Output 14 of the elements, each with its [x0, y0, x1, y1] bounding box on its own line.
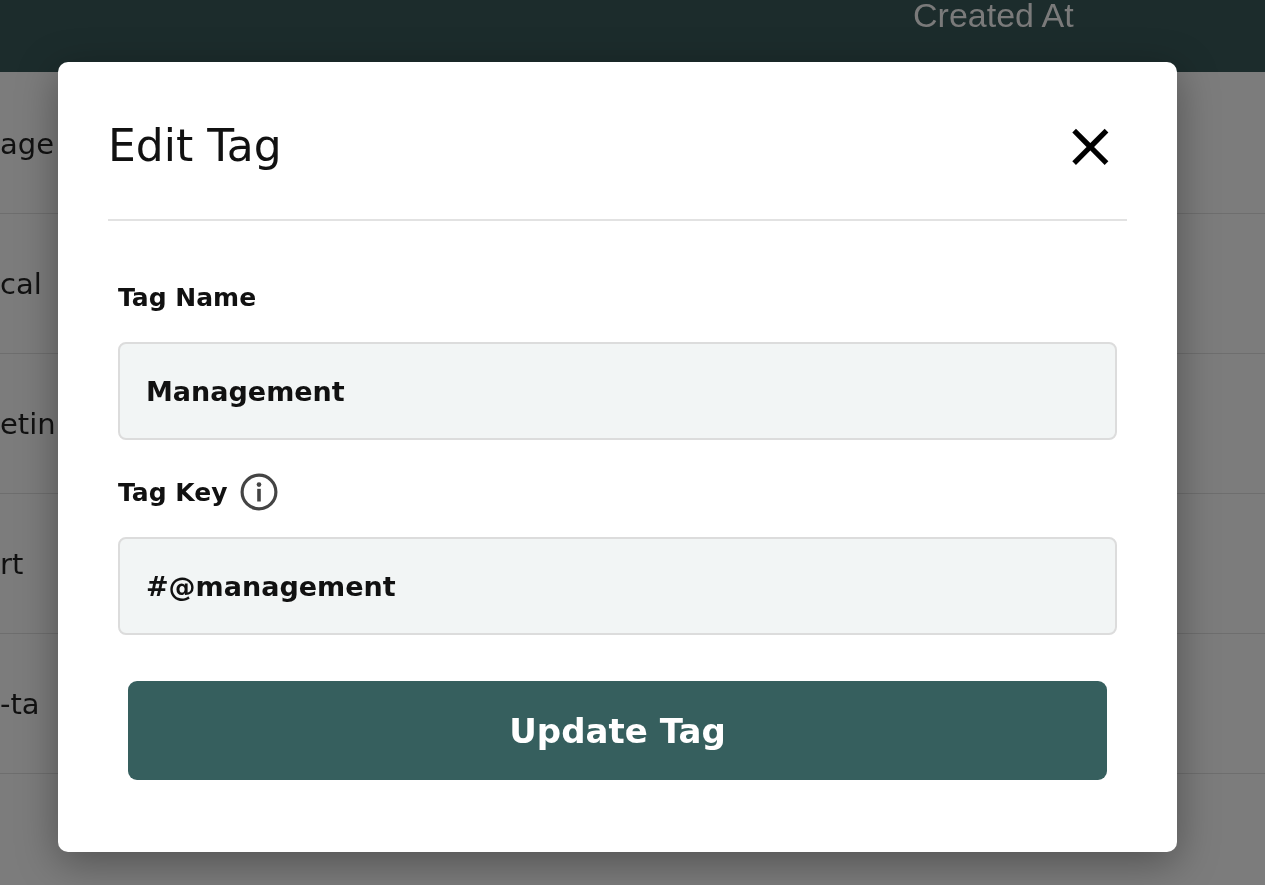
field-label: Tag Key [118, 477, 228, 507]
close-button[interactable]: × [1063, 112, 1117, 177]
table-cell: rt [0, 546, 24, 581]
info-icon[interactable] [239, 473, 278, 511]
input-field[interactable]: #@management [118, 537, 1117, 635]
table-cell: -ta [0, 686, 40, 721]
update-button[interactable]: Update Tag [128, 681, 1107, 780]
table-cell: cal [0, 266, 42, 301]
table-cell: etin [0, 406, 56, 441]
column-header: Created At [913, 0, 1074, 35]
input-field[interactable]: Management [118, 342, 1117, 440]
dialog-title: Edit Tag [108, 120, 282, 171]
table-cell: age [0, 126, 55, 161]
field-label: Tag Name [118, 282, 257, 312]
